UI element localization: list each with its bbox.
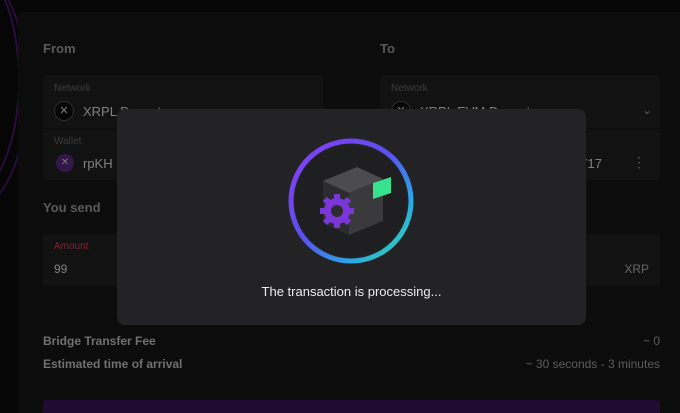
processing-message: The transaction is processing... (261, 284, 442, 299)
processing-modal: The transaction is processing... (117, 109, 586, 325)
processing-gear-icon (287, 137, 415, 265)
bridge-page: From Network ✕ XRPL Devnet ⌄ Wallet ✕ rp… (0, 0, 680, 413)
